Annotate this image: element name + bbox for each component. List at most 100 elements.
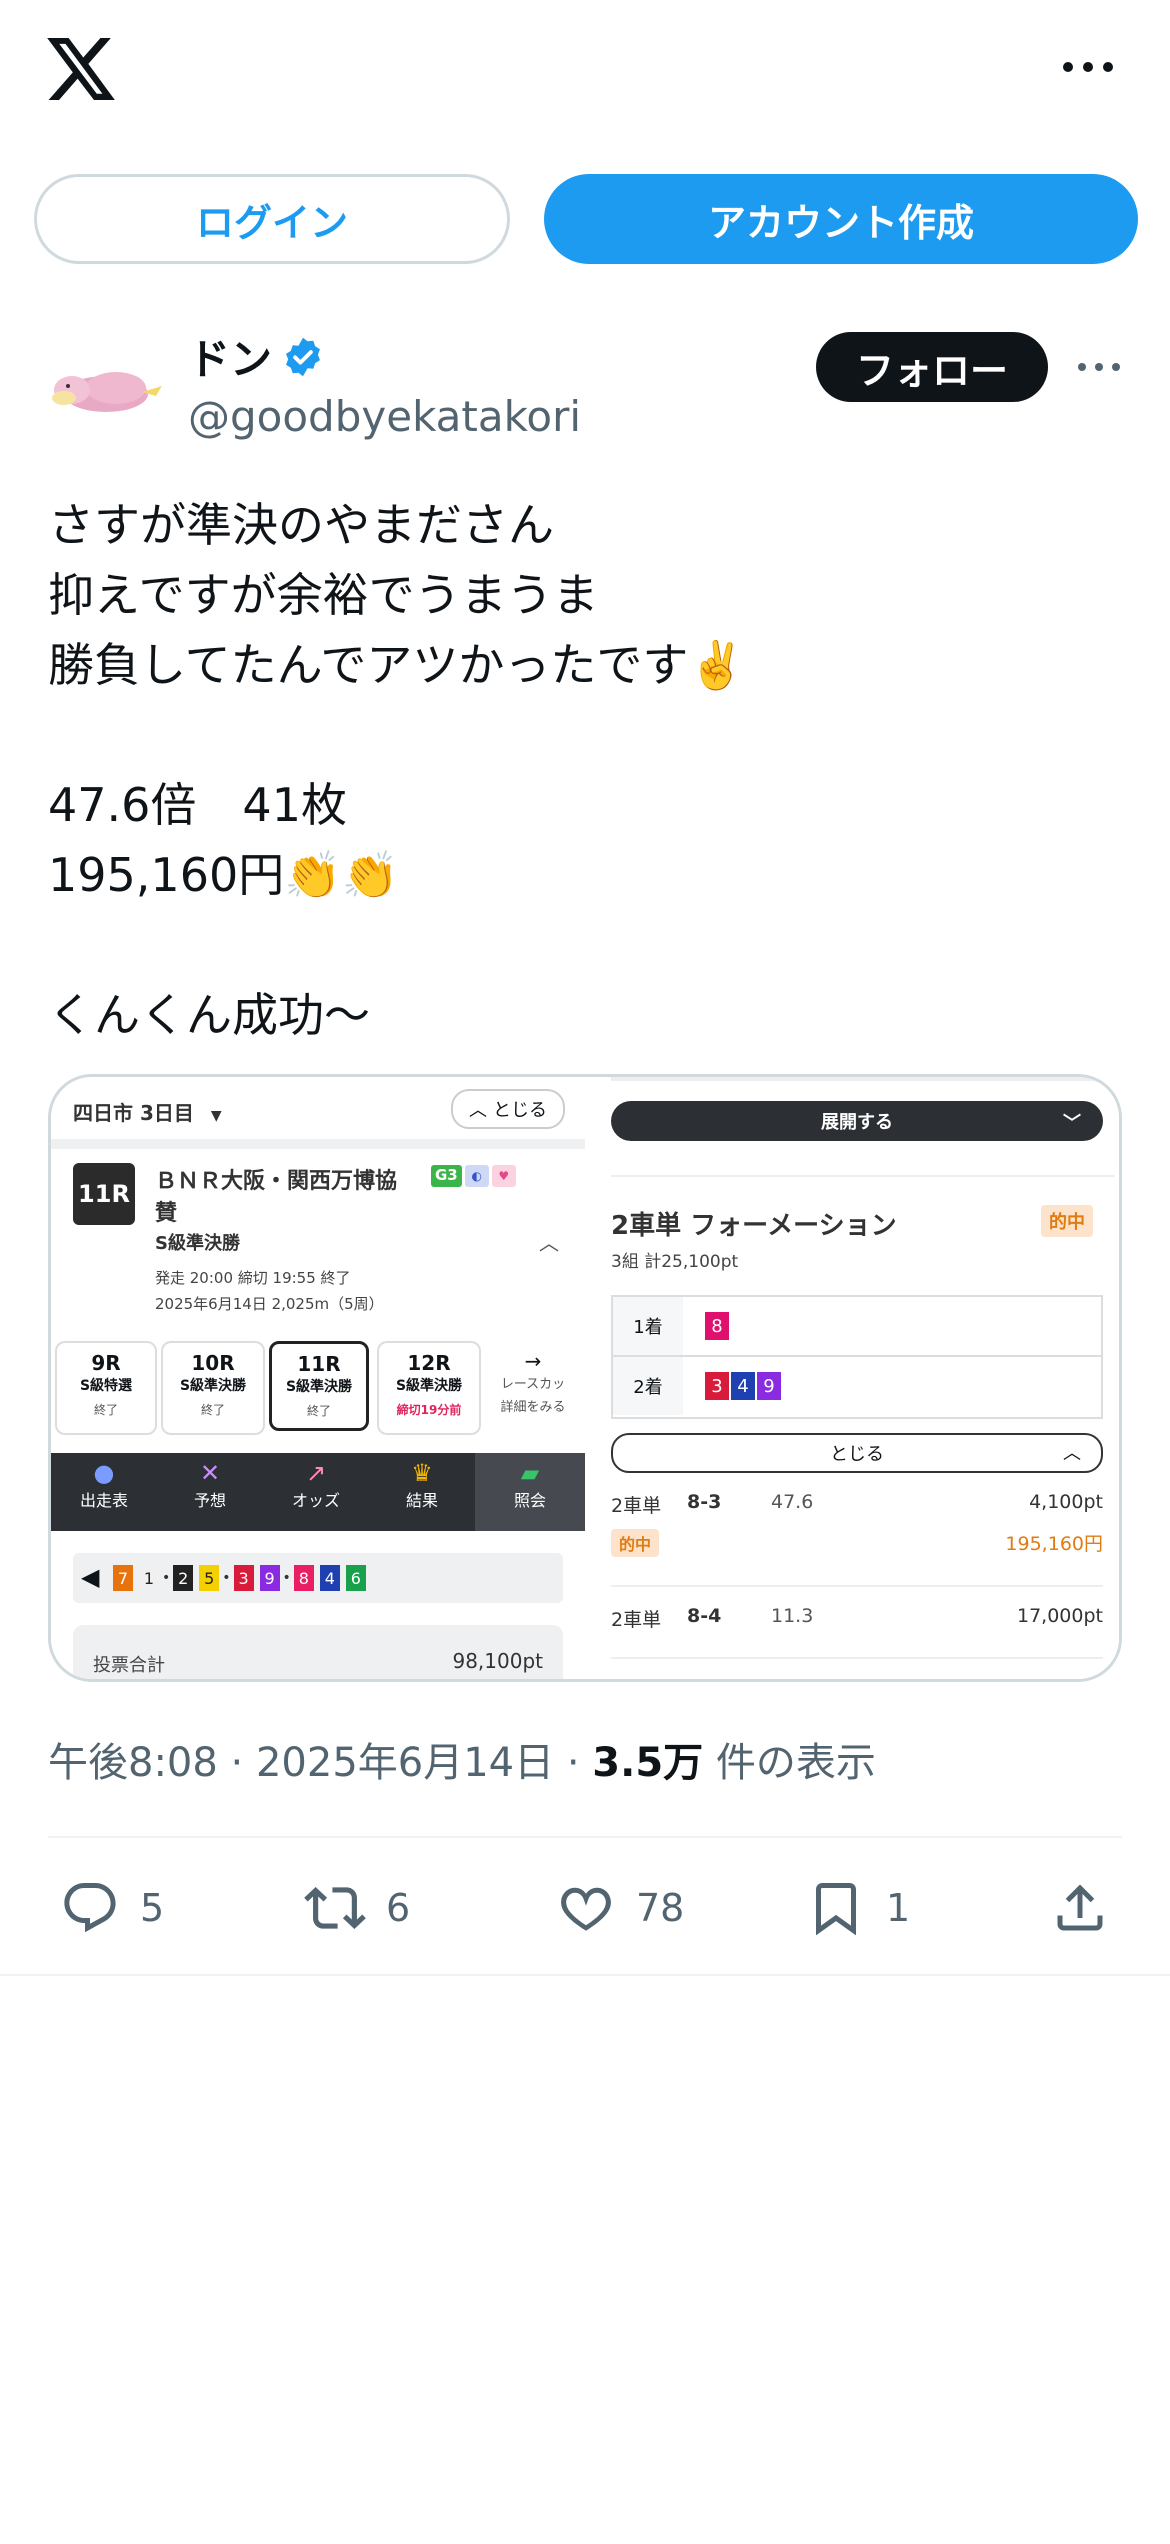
right-close-label: とじる (830, 1444, 884, 1465)
like-button[interactable]: 78 (556, 1868, 684, 1948)
race-tab-status: 終了 (200, 1403, 225, 1417)
share-button[interactable] (1050, 1868, 1110, 1948)
bet-type-title: 2車単 フォーメーション (611, 1211, 897, 1241)
race-tab-9r: 9R S級特選 終了 (55, 1341, 157, 1435)
bike-number: 4 (731, 1372, 755, 1400)
person-icon: ● (93, 1459, 115, 1487)
bet-total-box: 投票合計 98,100pt (73, 1625, 563, 1679)
formation-row-second: 2着 3 4 9 (613, 1357, 1101, 1415)
meta-separator: · (566, 1740, 593, 1786)
night-icon: ◐ (464, 1165, 489, 1187)
tweet-line: さすが準決のやまださん (48, 498, 554, 552)
race-time: 発走 20:00 締切 19:55 終了 (155, 1269, 351, 1287)
bet-row-amount: 4,100pt (1029, 1491, 1103, 1513)
nav-label: 結果 (405, 1491, 438, 1510)
view-count: 3.5万 (592, 1740, 704, 1786)
tweet-line (48, 910, 1128, 980)
x-logo-icon[interactable] (46, 38, 116, 100)
bike-number: 9 (757, 1372, 781, 1400)
lineup-number: 6 (345, 1565, 366, 1591)
race-number-badge: 11R (73, 1163, 135, 1225)
more-horizontal-icon[interactable] (1060, 52, 1116, 82)
expand-button: 展開する ﹀ (611, 1101, 1103, 1141)
lineup-numbers: 7 1 • 2 5 • 3 9 • 8 4 6 (113, 1565, 366, 1591)
heart-icon (561, 1887, 611, 1931)
nav-label: 予想 (193, 1491, 226, 1510)
nav-label: 出走表 (79, 1491, 128, 1510)
ticket-icon: ▰ (520, 1459, 540, 1487)
tweet-line: くんくん成功〜 (48, 988, 370, 1042)
expand-label: 展開する (821, 1112, 893, 1133)
divider (611, 1585, 1103, 1587)
race-title-2: 賛 (155, 1201, 178, 1226)
trophy-icon: ♛ (411, 1459, 433, 1487)
reply-button[interactable]: 5 (60, 1868, 164, 1948)
bet-row: 2車単 8-4 11.3 17,000pt (611, 1599, 1103, 1649)
login-button[interactable]: ログイン (34, 174, 510, 264)
bet-row: 2車単 8-3 47.6 4,100pt 的中 195,160円 (611, 1489, 1103, 1569)
divider (51, 1139, 585, 1149)
race-tab-11r: 11R S級準決勝 終了 (269, 1341, 369, 1431)
tweet-line (48, 700, 1128, 770)
retweet-button[interactable]: 6 (304, 1868, 410, 1948)
nav-label: 照会 (513, 1491, 546, 1510)
lineup-number: 5 (199, 1565, 220, 1591)
nav-item-prediction: ✕ 予想 (157, 1453, 263, 1531)
bet-subtitle: 3組 計25,100pt (611, 1252, 739, 1272)
race-class: S級準決勝 (155, 1233, 240, 1254)
race-tab-more: → レースカッ 詳細をみる (483, 1341, 583, 1431)
nav-item-results: ♛ 結果 (369, 1453, 475, 1531)
follow-button[interactable]: フォロー (816, 332, 1048, 402)
lineup-separator: • (162, 1570, 171, 1586)
prediction-icon: ✕ (199, 1459, 221, 1487)
bet-row-type: 2車単 (611, 1609, 662, 1631)
race-tab-class: S級準決勝 (285, 1379, 353, 1395)
right-close-button: とじる ︿ (611, 1433, 1103, 1473)
race-tab-12r: 12R S級準決勝 締切19分前 (377, 1341, 481, 1435)
verified-badge-icon (286, 337, 320, 376)
tweet-text: さすが準決のやまださん 抑えですが余裕でうまうま 勝負してたんでアツかったです✌… (48, 490, 1128, 1050)
tweet-media-image[interactable]: 四日市 3日目 ▼ ︿ とじる 11R ＢＮＲ大阪・関西万博協 賛 G3 ◐ ♥… (48, 1074, 1122, 1682)
signup-button[interactable]: アカウント作成 (544, 174, 1138, 264)
divider (0, 1974, 1170, 1976)
bookmark-count: 1 (886, 1886, 911, 1930)
chevron-up-icon: ︿ (469, 1100, 487, 1121)
avatar[interactable] (46, 346, 164, 422)
tweet-meta: 午後8:08 · 2025年6月14日 · 3.5万 件の表示 (48, 1730, 876, 1788)
bet-row-odds: 47.6 (771, 1491, 814, 1513)
dropdown-icon: ▼ (210, 1108, 222, 1124)
tweet-line: 47.6倍 41枚 (48, 778, 347, 832)
bet-total-value: 98,100pt (452, 1649, 543, 1673)
meta-separator: · (230, 1740, 256, 1786)
bet-row-combo: 8-3 (687, 1491, 722, 1513)
bike-number: 3 (705, 1372, 729, 1400)
nav-item-odds: ↗ オッズ (263, 1453, 369, 1531)
tweet-time[interactable]: 午後8:08 (48, 1740, 218, 1786)
race-tab-no: 12R (407, 1351, 451, 1375)
retweet-count: 6 (386, 1886, 411, 1930)
post-more-icon[interactable] (1076, 356, 1122, 378)
race-tab-class: S級特選 (79, 1378, 133, 1394)
author-display-name[interactable]: ドン (188, 326, 272, 387)
race-title-1: ＢＮＲ大阪・関西万博協 (155, 1169, 398, 1194)
bookmark-button[interactable]: 1 (806, 1868, 910, 1948)
hit-badge: 的中 (1041, 1205, 1093, 1237)
tweet-line: 勝負してたんでアツかったです✌️ (48, 638, 746, 692)
formation-second-label: 2着 (613, 1357, 683, 1415)
tweet-date[interactable]: 2025年6月14日 (256, 1740, 554, 1786)
left-close-button: ︿ とじる (451, 1089, 565, 1129)
author-name-row[interactable]: ドン (188, 326, 324, 387)
bet-row-combo: 8-4 (687, 1605, 722, 1627)
race-tab-class: S級準決勝 (179, 1378, 247, 1394)
reply-count: 5 (140, 1886, 165, 1930)
divider (611, 1175, 1115, 1177)
reply-icon (64, 1883, 116, 1933)
bet-row-amount: 17,000pt (1017, 1605, 1103, 1627)
grade-badges: G3 ◐ ♥ (431, 1165, 516, 1187)
lineup-number: 3 (233, 1565, 254, 1591)
formation-table: 1着 8 2着 3 4 9 (611, 1295, 1103, 1419)
race-tab-no: 9R (91, 1351, 121, 1375)
lineup-separator: • (282, 1570, 291, 1586)
author-handle[interactable]: @goodbyekatakori (188, 392, 581, 441)
bet-row-odds: 11.3 (771, 1605, 814, 1627)
